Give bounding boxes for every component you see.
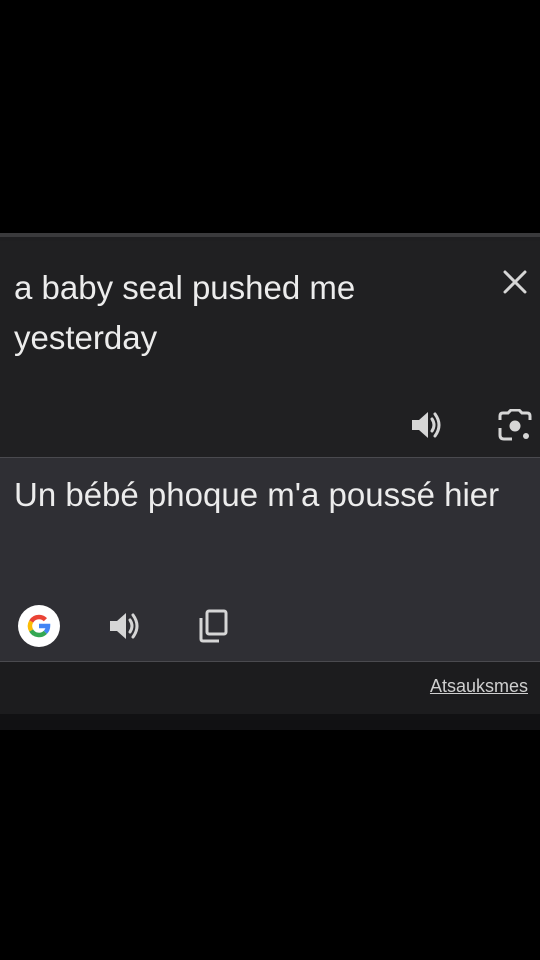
translate-card: a baby seal pushed me yesterday Un bébé … [0,233,540,730]
google-icon [27,614,51,638]
target-listen-button[interactable] [104,605,146,647]
google-search-button[interactable] [18,605,60,647]
footer-bar: Atsauksmes [0,662,540,714]
close-icon [503,270,527,294]
lens-icon [498,409,532,441]
copy-button[interactable] [192,605,234,647]
source-text[interactable]: a baby seal pushed me yesterday [14,263,484,363]
target-panel: Un bébé phoque m'a poussé hier [0,457,540,662]
speaker-icon [110,613,139,639]
source-listen-button[interactable] [406,404,448,446]
source-panel: a baby seal pushed me yesterday [0,241,540,457]
feedback-link[interactable]: Atsauksmes [430,676,528,697]
copy-icon [199,609,228,643]
close-button[interactable] [498,265,532,299]
bottom-divider [0,714,540,730]
speaker-icon [412,412,441,438]
lens-button[interactable] [494,404,536,446]
translated-text: Un bébé phoque m'a poussé hier [14,476,500,513]
